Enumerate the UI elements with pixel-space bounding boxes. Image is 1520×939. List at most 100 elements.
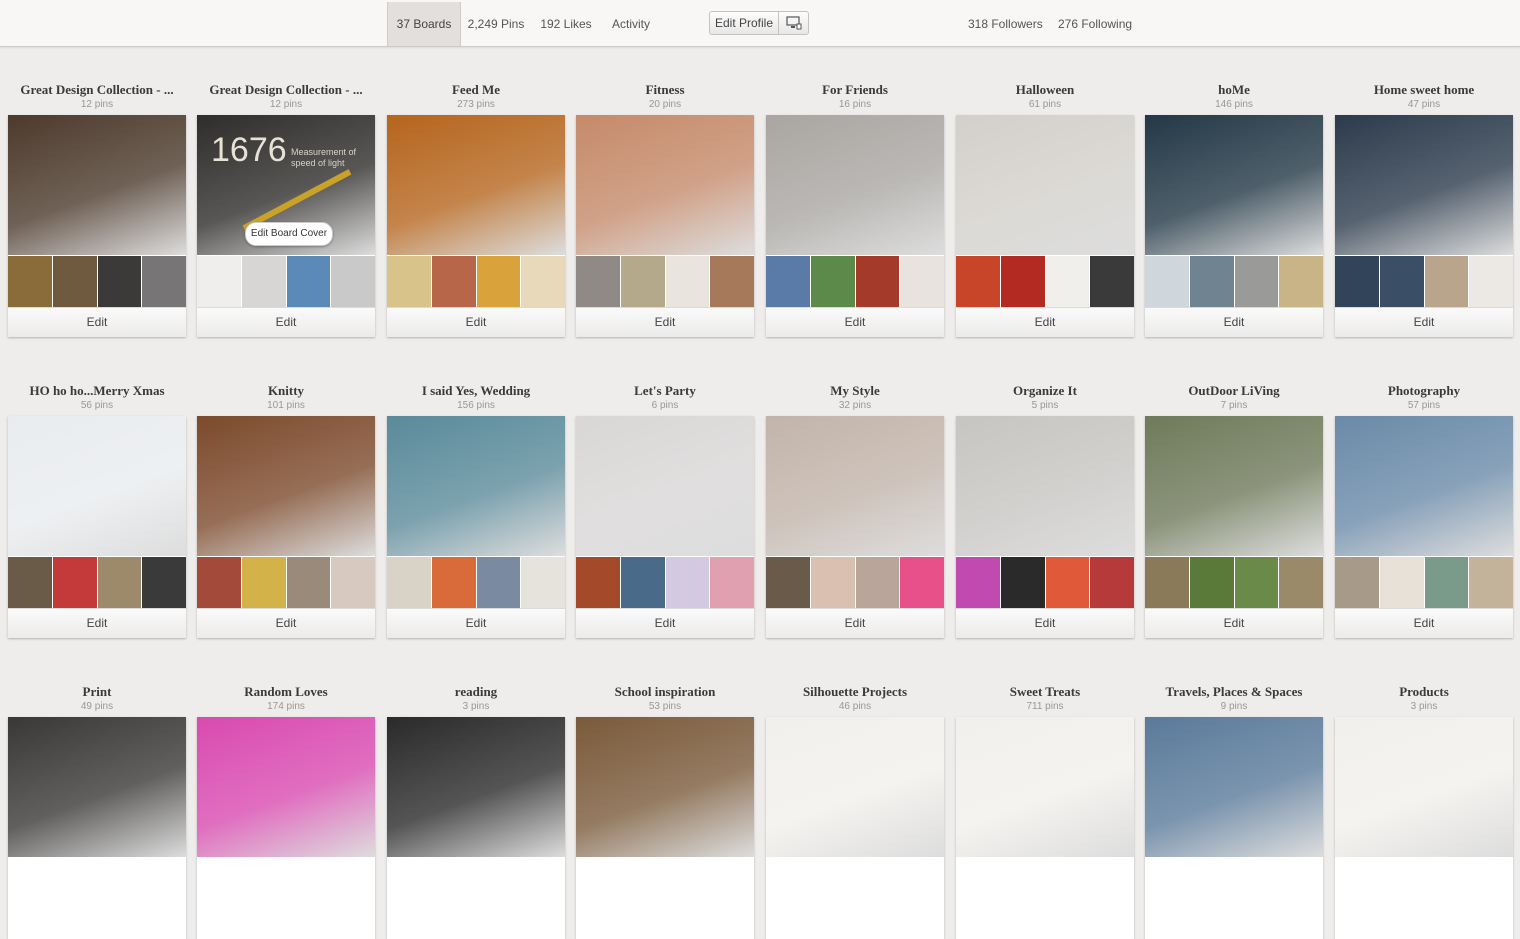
board-thumbnail[interactable] bbox=[900, 557, 944, 608]
board-card[interactable] bbox=[576, 717, 754, 939]
board-thumbnail[interactable] bbox=[431, 557, 476, 608]
board-thumbnail[interactable] bbox=[766, 256, 810, 307]
board-thumbnail[interactable] bbox=[1090, 557, 1134, 608]
board-thumbnail[interactable] bbox=[576, 557, 620, 608]
board-card[interactable]: Edit bbox=[1335, 115, 1513, 337]
followers-link[interactable]: 318 Followers bbox=[968, 2, 1043, 46]
board-edit-button[interactable]: Edit bbox=[1145, 608, 1323, 638]
board-thumbnail[interactable] bbox=[956, 557, 1000, 608]
board-thumbnail[interactable] bbox=[1279, 256, 1323, 307]
tab-pins[interactable]: 2,249 Pins bbox=[463, 2, 529, 46]
board-title[interactable]: Fitness bbox=[576, 82, 754, 98]
board[interactable]: Silhouette Projects 46 pins bbox=[766, 684, 944, 939]
board-cover-image[interactable] bbox=[197, 416, 375, 556]
board[interactable]: For Friends 16 pins Edit bbox=[766, 82, 944, 337]
board-edit-button[interactable]: Edit bbox=[1335, 608, 1513, 638]
board-title[interactable]: HO ho ho...Merry Xmas bbox=[8, 383, 186, 399]
board[interactable]: OutDoor LiVing 7 pins Edit bbox=[1145, 383, 1323, 638]
board-thumbnail[interactable] bbox=[620, 557, 665, 608]
board[interactable]: Halloween 61 pins Edit bbox=[956, 82, 1134, 337]
board-thumbnail[interactable] bbox=[766, 557, 810, 608]
board-thumbnail[interactable] bbox=[286, 557, 331, 608]
board-thumbnail[interactable] bbox=[521, 557, 565, 608]
board-title[interactable]: Halloween bbox=[956, 82, 1134, 98]
board-edit-button[interactable]: Edit bbox=[8, 307, 186, 337]
board-title[interactable]: Great Design Collection - ... bbox=[8, 82, 186, 98]
board-thumbnail[interactable] bbox=[1279, 557, 1323, 608]
board-cover-image[interactable] bbox=[387, 416, 565, 556]
board-thumbnail[interactable] bbox=[1189, 557, 1234, 608]
board-cover-image[interactable] bbox=[576, 115, 754, 255]
board-cover-image[interactable] bbox=[956, 717, 1134, 857]
board-thumbnail[interactable] bbox=[620, 256, 665, 307]
board[interactable]: School inspiration 53 pins bbox=[576, 684, 754, 939]
board-card[interactable]: Edit bbox=[766, 115, 944, 337]
board-thumbnail[interactable] bbox=[665, 256, 710, 307]
board-cover-image[interactable] bbox=[1335, 115, 1513, 255]
profile-settings-button[interactable] bbox=[778, 11, 809, 35]
board-title[interactable]: Travels, Places & Spaces bbox=[1145, 684, 1323, 700]
board-cover-image[interactable] bbox=[1145, 717, 1323, 857]
board-card[interactable]: Edit bbox=[576, 115, 754, 337]
board-cover-image[interactable] bbox=[387, 717, 565, 857]
board-thumbnail[interactable] bbox=[665, 557, 710, 608]
board-card[interactable]: Edit bbox=[956, 115, 1134, 337]
board-thumbnail[interactable] bbox=[8, 256, 52, 307]
board-edit-button[interactable]: Edit bbox=[766, 307, 944, 337]
board-thumbnail[interactable] bbox=[97, 557, 142, 608]
board-card[interactable] bbox=[956, 717, 1134, 939]
board-card[interactable]: Edit bbox=[387, 416, 565, 638]
board-thumbnail[interactable] bbox=[8, 557, 52, 608]
board[interactable]: HO ho ho...Merry Xmas 56 pins Edit bbox=[8, 383, 186, 638]
board-edit-button[interactable]: Edit bbox=[576, 608, 754, 638]
board-thumbnail[interactable] bbox=[431, 256, 476, 307]
board-thumbnail[interactable] bbox=[1469, 256, 1513, 307]
board[interactable]: Feed Me 273 pins Edit bbox=[387, 82, 565, 337]
board[interactable]: My Style 32 pins Edit bbox=[766, 383, 944, 638]
board-card[interactable]: Edit bbox=[8, 416, 186, 638]
board-cover-image[interactable] bbox=[956, 416, 1134, 556]
board-title[interactable]: OutDoor LiVing bbox=[1145, 383, 1323, 399]
board-title[interactable]: I said Yes, Wedding bbox=[387, 383, 565, 399]
board[interactable]: Let's Party 6 pins Edit bbox=[576, 383, 754, 638]
board-cover-image[interactable] bbox=[766, 717, 944, 857]
board-card[interactable] bbox=[1145, 717, 1323, 939]
board-thumbnail[interactable] bbox=[1000, 557, 1045, 608]
board[interactable]: Print 49 pins bbox=[8, 684, 186, 939]
board-edit-button[interactable]: Edit bbox=[956, 608, 1134, 638]
board-thumbnail[interactable] bbox=[1379, 557, 1424, 608]
board-thumbnail[interactable] bbox=[1379, 256, 1424, 307]
board-thumbnail[interactable] bbox=[1335, 256, 1379, 307]
board-thumbnail[interactable] bbox=[855, 256, 900, 307]
board-card[interactable] bbox=[766, 717, 944, 939]
board-card[interactable]: Edit bbox=[1145, 115, 1323, 337]
board-thumbnail[interactable] bbox=[241, 256, 286, 307]
board-cover-image[interactable] bbox=[766, 115, 944, 255]
board-thumbnail[interactable] bbox=[476, 256, 521, 307]
board-thumbnail[interactable] bbox=[476, 557, 521, 608]
board-thumbnail[interactable] bbox=[1145, 256, 1189, 307]
board[interactable]: reading 3 pins bbox=[387, 684, 565, 939]
board-thumbnail[interactable] bbox=[331, 256, 375, 307]
board-cover-image[interactable] bbox=[8, 416, 186, 556]
board-thumbnail[interactable] bbox=[855, 557, 900, 608]
board-title[interactable]: For Friends bbox=[766, 82, 944, 98]
board-edit-button[interactable]: Edit bbox=[387, 608, 565, 638]
board-cover-image[interactable] bbox=[956, 115, 1134, 255]
board-cover-image[interactable] bbox=[1145, 115, 1323, 255]
board[interactable]: Great Design Collection - ... 12 pins Edit bbox=[8, 82, 186, 337]
board[interactable]: Fitness 20 pins Edit bbox=[576, 82, 754, 337]
board-thumbnail[interactable] bbox=[1045, 256, 1090, 307]
board-thumbnail[interactable] bbox=[1045, 557, 1090, 608]
board-card[interactable] bbox=[8, 717, 186, 939]
board-cover-image[interactable] bbox=[1335, 416, 1513, 556]
board-card[interactable] bbox=[387, 717, 565, 939]
board-title[interactable]: reading bbox=[387, 684, 565, 700]
board-edit-button[interactable]: Edit bbox=[576, 307, 754, 337]
board-thumbnail[interactable] bbox=[1234, 256, 1279, 307]
board-card[interactable]: Edit bbox=[956, 416, 1134, 638]
board-title[interactable]: Print bbox=[8, 684, 186, 700]
board-thumbnail[interactable] bbox=[710, 256, 754, 307]
board[interactable]: Home sweet home 47 pins Edit bbox=[1335, 82, 1513, 337]
board-card[interactable]: Edit bbox=[1335, 416, 1513, 638]
